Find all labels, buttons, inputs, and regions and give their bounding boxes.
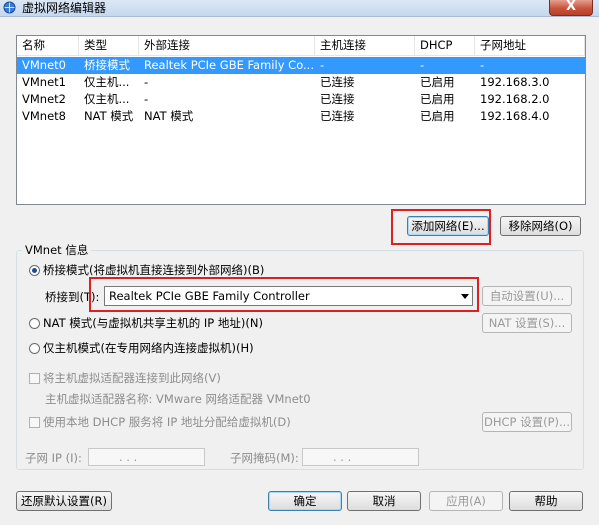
connect-adapter-checkbox[interactable] xyxy=(29,373,40,384)
row-dhcp: 已启用 xyxy=(420,75,455,89)
row-subnet: 192.168.4.0 xyxy=(480,109,550,123)
subnet-mask-field[interactable]: . . . xyxy=(302,448,419,466)
column-header-dhcp[interactable]: DHCP xyxy=(415,36,475,55)
subnet-ip-label: 子网 IP (I): xyxy=(25,451,82,465)
column-header-host[interactable]: 主机连接 xyxy=(315,36,415,55)
row-host: 已连接 xyxy=(320,92,355,106)
bridged-label[interactable]: 桥接模式(将虚拟机直接连接到外部网络)(B) xyxy=(43,263,264,277)
vmnet-info-title: VMnet 信息 xyxy=(22,242,92,258)
subnet-mask-label: 子网掩码(M): xyxy=(230,451,299,465)
help-button[interactable]: 帮助 xyxy=(509,491,583,511)
row-name: VMnet2 xyxy=(22,92,66,106)
remove-network-button[interactable]: 移除网络(O) xyxy=(500,216,581,236)
window-title: 虚拟网络编辑器 xyxy=(22,1,107,15)
host-only-radio[interactable] xyxy=(29,343,40,354)
row-dhcp: - xyxy=(420,58,425,72)
ip-dots: . . . xyxy=(119,450,138,464)
column-header-subnet[interactable]: 子网地址 xyxy=(475,36,585,55)
table-row[interactable]: VMnet0 桥接模式 Realtek PCIe GBE Family Co..… xyxy=(17,57,585,74)
row-type: NAT 模式 xyxy=(84,109,134,123)
nat-radio[interactable] xyxy=(29,318,40,329)
row-name: VMnet0 xyxy=(22,58,66,72)
row-dhcp: 已启用 xyxy=(420,92,455,106)
dhcp-settings-button[interactable]: DHCP 设置(P)... xyxy=(482,412,572,432)
row-subnet: - xyxy=(480,58,485,72)
bridged-to-select[interactable]: Realtek PCIe GBE Family Controller xyxy=(104,286,473,306)
column-header-name[interactable]: 名称 xyxy=(17,36,79,55)
row-name: VMnet1 xyxy=(22,75,66,89)
close-button[interactable]: X xyxy=(549,0,593,16)
column-header-external[interactable]: 外部连接 xyxy=(139,36,315,55)
row-external: Realtek PCIe GBE Family Co... xyxy=(144,58,314,72)
mask-dots: . . . xyxy=(333,450,352,464)
row-external: NAT 模式 xyxy=(144,109,194,123)
row-subnet: 192.168.2.0 xyxy=(480,92,550,106)
row-host: 已连接 xyxy=(320,75,355,89)
title-bar: 虚拟网络编辑器 X xyxy=(0,0,599,17)
row-host: - xyxy=(320,58,325,72)
adapter-name-label: 主机虚拟适配器名称: VMware 网络适配器 VMnet0 xyxy=(45,392,311,406)
row-name: VMnet8 xyxy=(22,109,66,123)
table-row[interactable]: VMnet1 仅主机... - 已连接 已启用 192.168.3.0 xyxy=(17,74,585,91)
chevron-down-icon xyxy=(461,294,469,299)
bridged-to-value: Realtek PCIe GBE Family Controller xyxy=(109,289,310,303)
row-type: 仅主机... xyxy=(84,75,130,89)
row-dhcp: 已启用 xyxy=(420,109,455,123)
nat-label[interactable]: NAT 模式(与虚拟机共享主机的 IP 地址)(N) xyxy=(43,316,263,330)
column-header-type[interactable]: 类型 xyxy=(79,36,139,55)
row-external: - xyxy=(144,92,149,106)
table-row[interactable]: VMnet2 仅主机... - 已连接 已启用 192.168.2.0 xyxy=(17,91,585,108)
add-network-button[interactable]: 添加网络(E)... xyxy=(407,216,489,236)
network-icon xyxy=(3,1,16,14)
ok-button[interactable]: 确定 xyxy=(268,491,342,511)
network-list[interactable]: 名称 类型 外部连接 主机连接 DHCP 子网地址 VMnet0 桥接模式 Re… xyxy=(16,35,586,205)
dhcp-label[interactable]: 使用本地 DHCP 服务将 IP 地址分配给虚拟机(D) xyxy=(43,415,291,429)
row-type: 仅主机... xyxy=(84,92,130,106)
host-only-label[interactable]: 仅主机模式(在专用网络内连接虚拟机)(H) xyxy=(43,341,254,355)
apply-button[interactable]: 应用(A) xyxy=(429,491,503,511)
row-host: 已连接 xyxy=(320,109,355,123)
row-external: - xyxy=(144,75,149,89)
auto-settings-button[interactable]: 自动设置(U)... xyxy=(482,286,572,306)
row-type: 桥接模式 xyxy=(84,58,130,72)
subnet-ip-field[interactable]: . . . xyxy=(88,448,205,466)
bridged-radio[interactable] xyxy=(29,265,40,276)
list-header: 名称 类型 外部连接 主机连接 DHCP 子网地址 xyxy=(17,36,585,56)
table-row[interactable]: VMnet8 NAT 模式 NAT 模式 已连接 已启用 192.168.4.0 xyxy=(17,108,585,125)
restore-defaults-button[interactable]: 还原默认设置(R) xyxy=(16,491,112,511)
cancel-button[interactable]: 取消 xyxy=(347,491,421,511)
row-subnet: 192.168.3.0 xyxy=(480,75,550,89)
dhcp-checkbox[interactable] xyxy=(29,417,40,428)
connect-adapter-label[interactable]: 将主机虚拟适配器连接到此网络(V) xyxy=(43,371,221,385)
nat-settings-button[interactable]: NAT 设置(S)... xyxy=(482,313,572,333)
